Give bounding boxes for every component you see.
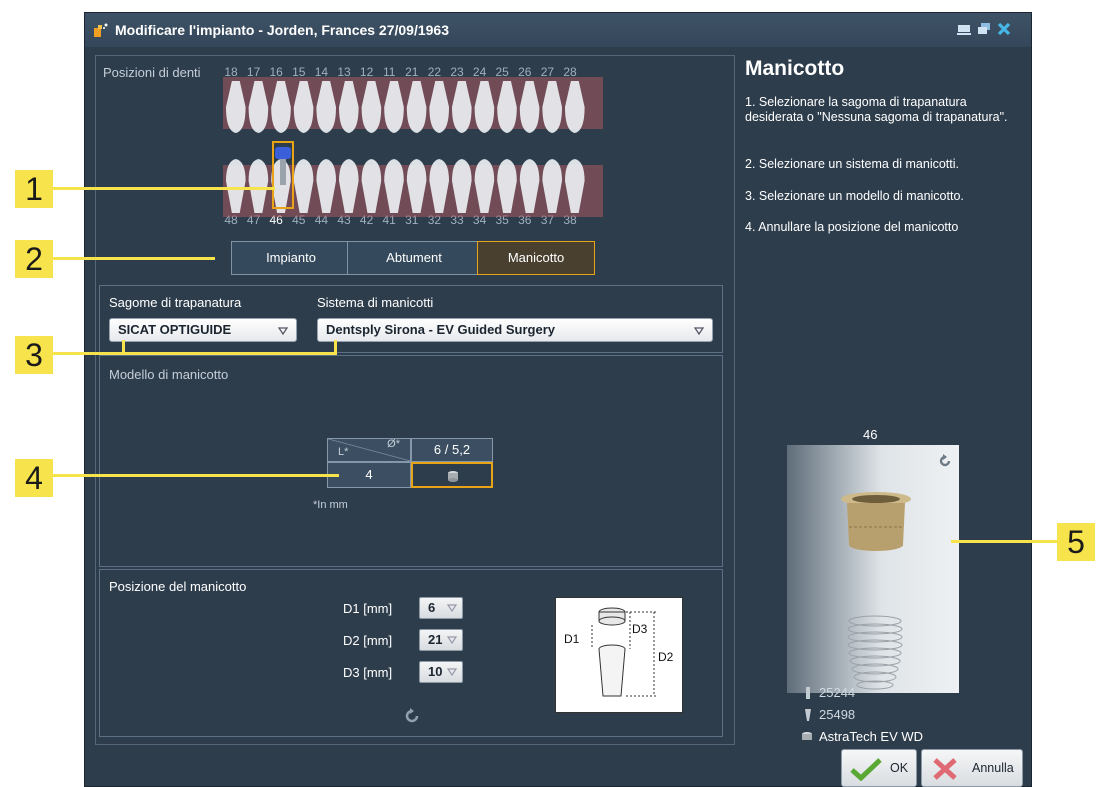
- diagram-d1-label: D1: [564, 632, 580, 646]
- d1-value: 6: [428, 600, 436, 615]
- d3-value: 10: [428, 664, 443, 679]
- step-abutment-label: Abtument: [386, 250, 442, 265]
- sleeve-position-label: Posizione del manicotto: [109, 579, 247, 594]
- sleeve-system-select[interactable]: Dentsply Sirona - EV Guided Surgery: [317, 318, 713, 342]
- d2-value: 21: [428, 632, 443, 647]
- drill-template-label: Sagome di trapanatura: [109, 295, 242, 310]
- dental-chart[interactable]: [223, 77, 603, 217]
- step-abutment[interactable]: Abtument: [347, 241, 481, 275]
- step-implant-label: Impianto: [266, 250, 316, 265]
- sleeve-system-value: Dentsply Sirona - EV Guided Surgery: [326, 322, 555, 337]
- callout-3-line: [53, 352, 337, 355]
- reset-icon[interactable]: [403, 707, 421, 725]
- diagram-d2-label: D2: [658, 650, 674, 664]
- implant-icon: [806, 687, 810, 699]
- app-icon: [94, 23, 108, 37]
- sleeve-table-row-header: 4: [327, 462, 411, 488]
- sleeve-icon: [448, 471, 458, 482]
- callout-2-line: [53, 257, 215, 260]
- d1-label: D1 [mm]: [343, 601, 393, 616]
- drill-template-value: SICAT OPTIGUIDE: [118, 322, 232, 337]
- rotate-icon[interactable]: [937, 453, 953, 469]
- ok-button[interactable]: OK: [841, 749, 917, 787]
- ok-label: OK: [890, 761, 909, 775]
- implant-model-render: [847, 615, 903, 690]
- cancel-x-icon: [933, 758, 957, 780]
- chevron-down-icon: [278, 327, 288, 335]
- help-step-2: 2. Selezionare un sistema di manicotti.: [745, 157, 959, 171]
- sleeve-name: AstraTech EV WD: [819, 729, 924, 744]
- title-bar: Modificare l'impianto - Jorden, Frances …: [85, 13, 1031, 47]
- window-title: Modificare l'impianto - Jorden, Frances …: [115, 22, 450, 38]
- d2-label: D2 [mm]: [343, 633, 393, 648]
- sleeve-model-render: [841, 492, 911, 551]
- dialog-window: Modificare l'impianto - Jorden, Frances …: [84, 12, 1032, 787]
- chevron-down-icon: [694, 327, 704, 335]
- restore-icon[interactable]: [977, 22, 991, 36]
- callout-1: 1: [15, 170, 53, 208]
- d3-label: D3 [mm]: [343, 665, 393, 680]
- d1-stepper[interactable]: 6: [419, 597, 463, 619]
- sleeve-system-label: Sistema di manicotti: [317, 295, 434, 310]
- preview-tooth-number: 46: [863, 427, 878, 442]
- callout-3-tick-a: [122, 340, 125, 354]
- help-step-3: 3. Selezionare un modello di manicotto.: [745, 189, 964, 203]
- units-note: *In mm: [313, 499, 348, 511]
- sleeve-table-column-header: 6 / 5,2: [411, 438, 493, 462]
- callout-4-line: [53, 474, 339, 477]
- callout-5-line: [951, 540, 1057, 543]
- step-sleeve-label: Manicotto: [507, 250, 565, 265]
- header-diameter-label: Ø*: [387, 438, 400, 450]
- callout-5: 5: [1057, 523, 1095, 561]
- step-implant[interactable]: Impianto: [231, 241, 351, 275]
- help-step-4: 4. Annullare la posizione del manicotto: [745, 220, 959, 234]
- sleeve-table-cell-selected[interactable]: [411, 462, 493, 488]
- sleeve-icon: [802, 732, 812, 740]
- callout-2: 2: [15, 240, 53, 278]
- cancel-label: Annulla: [972, 761, 1014, 775]
- header-length-label: L*: [338, 446, 349, 458]
- callout-3-tick-b: [334, 340, 337, 354]
- d2-stepper[interactable]: 21: [419, 629, 463, 651]
- minimize-icon[interactable]: [957, 22, 971, 36]
- step-sleeve[interactable]: Manicotto: [477, 241, 595, 275]
- diagram-d3-label: D3: [632, 622, 648, 636]
- callout-3: 3: [15, 336, 53, 374]
- sleeve-table-header-corner: L* Ø*: [327, 438, 411, 462]
- sleeve-3d-preview[interactable]: [787, 445, 959, 693]
- abutment-code: 25498: [819, 707, 856, 722]
- chevron-down-icon: [447, 636, 457, 644]
- callout-1-line: [53, 187, 275, 190]
- sleeve-model-label: Modello di manicotto: [109, 367, 229, 382]
- abutment-icon: [805, 709, 811, 721]
- checkmark-icon: [850, 758, 882, 781]
- dimension-diagram: D1 D3 D2: [555, 597, 683, 713]
- chevron-down-icon: [447, 604, 457, 612]
- teeth-label: Posizioni di denti: [103, 65, 201, 80]
- d3-stepper[interactable]: 10: [419, 661, 463, 683]
- help-title: Manicotto: [745, 57, 845, 80]
- cancel-button[interactable]: Annulla: [921, 749, 1023, 787]
- help-step-1: 1. Selezionare la sagoma di trapanatura …: [745, 95, 1008, 124]
- chevron-down-icon: [447, 668, 457, 676]
- implant-code: 25244: [819, 685, 856, 700]
- callout-4: 4: [15, 459, 53, 497]
- drill-template-select[interactable]: SICAT OPTIGUIDE: [109, 318, 297, 342]
- close-icon[interactable]: [997, 22, 1011, 36]
